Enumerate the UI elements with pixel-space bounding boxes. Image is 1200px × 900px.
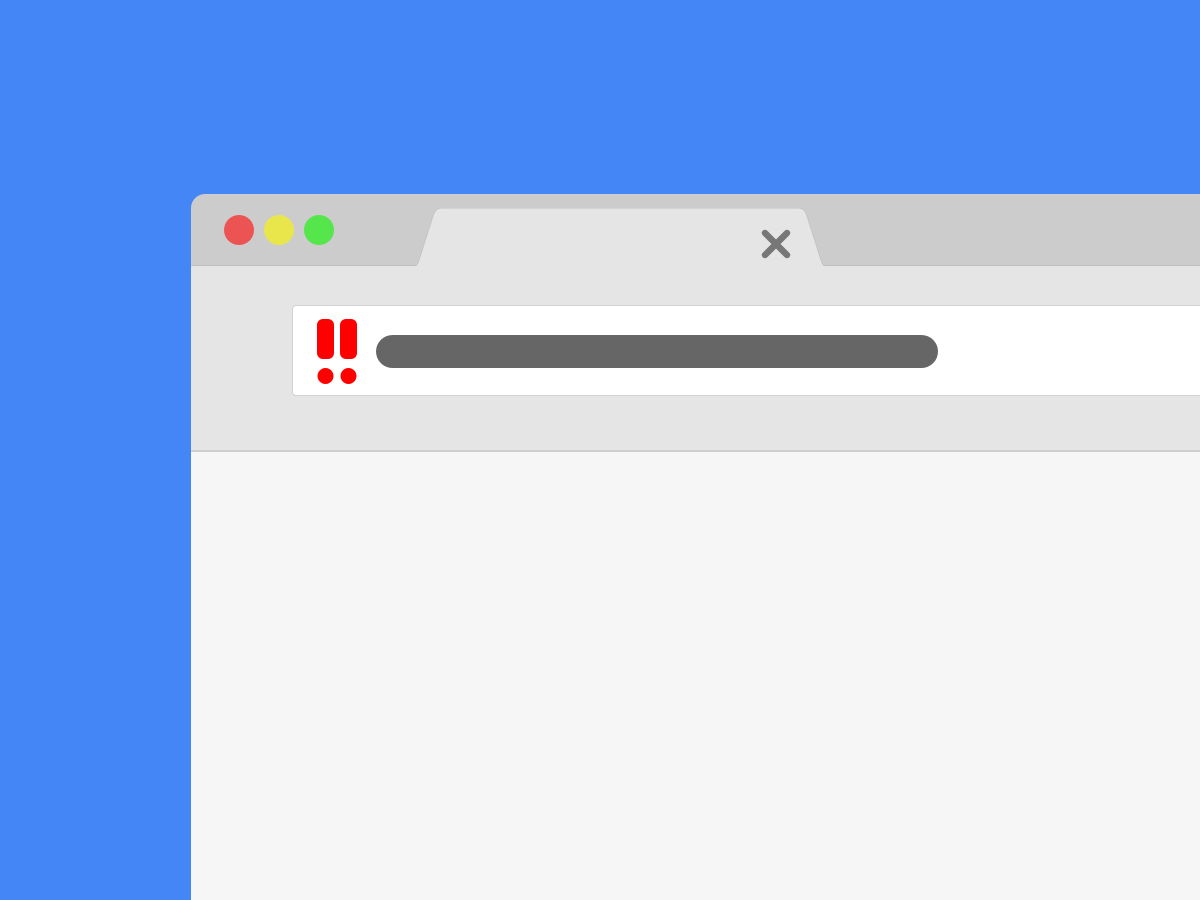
browser-toolbar [191, 266, 1200, 452]
window-maximize-button[interactable] [304, 215, 334, 245]
desktop-background [0, 0, 1200, 900]
tab-strip [191, 194, 1200, 268]
page-content-area [191, 452, 1200, 900]
window-close-button[interactable] [224, 215, 254, 245]
url-placeholder-bar[interactable] [376, 335, 938, 368]
tab-close-icon[interactable] [758, 229, 794, 259]
window-minimize-button[interactable] [264, 215, 294, 245]
browser-window [191, 194, 1200, 900]
address-bar[interactable] [292, 305, 1200, 396]
double-exclamation-warning-icon[interactable] [315, 319, 359, 385]
